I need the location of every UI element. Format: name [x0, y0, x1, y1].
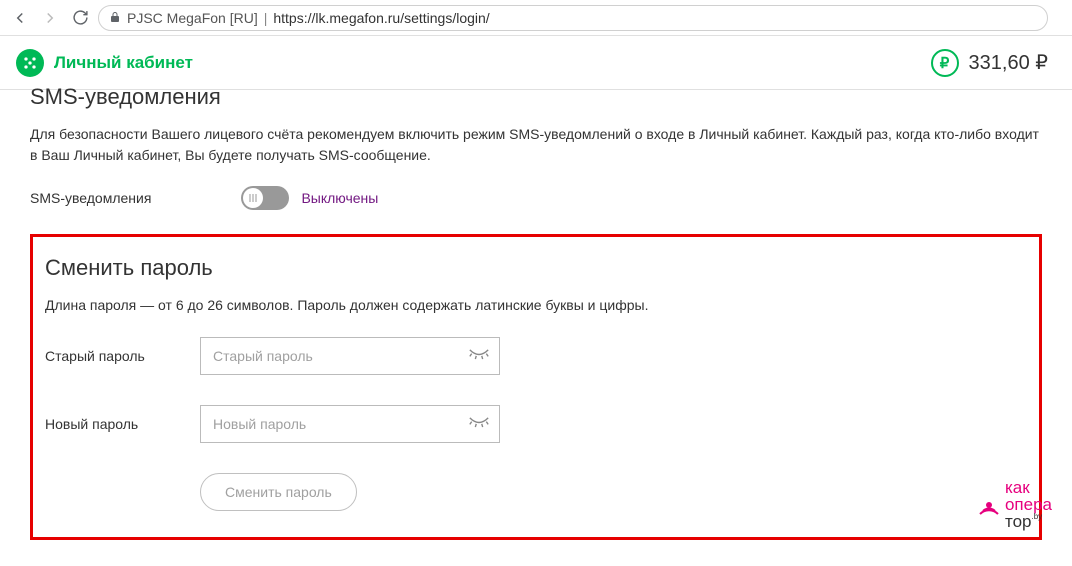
- lock-icon: [109, 10, 121, 26]
- change-password-section: Сменить пароль Длина пароля — от 6 до 26…: [30, 234, 1042, 540]
- sms-toggle-switch[interactable]: [241, 186, 289, 210]
- new-password-wrap: [200, 405, 500, 443]
- forward-button[interactable]: [38, 6, 62, 30]
- button-row: Сменить пароль: [45, 473, 1017, 511]
- new-password-field[interactable]: [200, 405, 500, 443]
- switch-knob: [243, 188, 263, 208]
- eye-closed-icon[interactable]: [468, 416, 490, 433]
- watermark: как опера тор.by: [977, 479, 1052, 530]
- header-right: ₽ 331,60 ₽: [931, 49, 1048, 77]
- url-text: https://lk.megafon.ru/settings/login/: [273, 10, 489, 26]
- password-hint: Длина пароля — от 6 до 26 символов. Паро…: [45, 297, 1017, 313]
- old-password-wrap: [200, 337, 500, 375]
- separator: |: [264, 10, 268, 26]
- browser-bar: PJSC MegaFon [RU] | https://lk.megafon.r…: [0, 0, 1072, 36]
- watermark-icon: [977, 493, 1001, 517]
- back-button[interactable]: [8, 6, 32, 30]
- watermark-text: как опера тор.by: [1005, 479, 1052, 530]
- site-publisher: PJSC MegaFon [RU]: [127, 10, 258, 26]
- megafon-logo-icon[interactable]: [16, 49, 44, 77]
- old-password-label: Старый пароль: [45, 348, 200, 364]
- sms-toggle-wrap: Выключены: [241, 186, 378, 210]
- address-bar[interactable]: PJSC MegaFon [RU] | https://lk.megafon.r…: [98, 5, 1048, 31]
- sms-section-title: SMS-уведомления: [30, 84, 1042, 110]
- balance-value: 331,60 ₽: [969, 50, 1048, 75]
- new-password-label: Новый пароль: [45, 416, 200, 432]
- header-left: Личный кабинет: [16, 49, 193, 77]
- page-title: Личный кабинет: [54, 53, 193, 73]
- new-password-row: Новый пароль: [45, 405, 1017, 443]
- eye-closed-icon[interactable]: [468, 348, 490, 365]
- reload-button[interactable]: [68, 6, 92, 30]
- password-section-title: Сменить пароль: [45, 255, 1017, 281]
- change-password-button[interactable]: Сменить пароль: [200, 473, 357, 511]
- page-header: Личный кабинет ₽ 331,60 ₽: [0, 36, 1072, 90]
- sms-toggle-label: SMS-уведомления: [30, 190, 151, 206]
- old-password-field[interactable]: [200, 337, 500, 375]
- balance-icon[interactable]: ₽: [931, 49, 959, 77]
- sms-toggle-row: SMS-уведомления Выключены: [30, 186, 1042, 210]
- sms-toggle-status: Выключены: [301, 190, 378, 206]
- sms-description: Для безопасности Вашего лицевого счёта р…: [30, 124, 1042, 166]
- old-password-row: Старый пароль: [45, 337, 1017, 375]
- main-content: SMS-уведомления Для безопасности Вашего …: [0, 84, 1072, 560]
